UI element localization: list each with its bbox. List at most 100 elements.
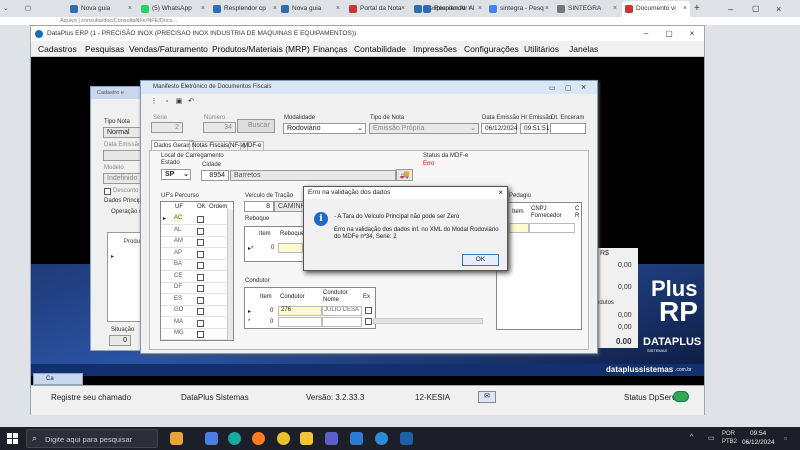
close-tab-icon[interactable]: × (401, 1, 405, 17)
tab-search-icon[interactable]: ⌄ (3, 1, 11, 17)
minimized-window[interactable]: Ca (33, 373, 83, 385)
cad-tipo-nota-field[interactable]: Normal (103, 127, 143, 138)
tab-resplendor-3[interactable]: Resplendor Al × (420, 1, 485, 17)
uf-row[interactable]: AP (161, 249, 227, 260)
condutor-row2-cod[interactable] (278, 317, 322, 327)
minimize-icon[interactable]: – (728, 1, 740, 17)
estado-select[interactable]: SP ⌄ (161, 169, 191, 180)
cad-desconto-checkbox[interactable] (104, 188, 111, 195)
pedagio-cnpj-cell[interactable] (529, 223, 575, 233)
modalidade-select[interactable]: Rodoviário ⌄ (283, 123, 366, 134)
vehicle-lookup-icon[interactable]: 🚚 (396, 169, 413, 181)
pedagio-item-cell[interactable] (509, 223, 529, 233)
uf-row[interactable]: DF (161, 283, 227, 294)
uf-ok-checkbox[interactable] (197, 262, 204, 269)
veiculo-code-field[interactable]: 8 (244, 201, 274, 212)
data-emissao-field[interactable]: 06/12/2024 (481, 123, 518, 134)
cidade-code-field[interactable]: 8954 (201, 170, 229, 181)
mail-icon[interactable]: ✉ (478, 391, 496, 403)
mdfe-close-icon[interactable]: × (581, 81, 586, 94)
hr-emissao-field[interactable]: 09:51:51 (520, 123, 549, 134)
close-tab-icon[interactable]: × (545, 1, 549, 17)
clock-time[interactable]: 09:54 (750, 430, 766, 437)
menu-janelas[interactable]: Janelas (569, 41, 598, 57)
status-chamado[interactable]: Registre seu chamado (51, 393, 131, 402)
maximize-icon[interactable]: ▢ (752, 1, 764, 17)
ok-button[interactable]: OK (462, 254, 499, 266)
close-tab-icon[interactable]: × (478, 1, 482, 17)
uf-ok-checkbox[interactable] (197, 296, 204, 304)
condutor-scrollbar[interactable] (373, 318, 483, 324)
menu-configuracoes[interactable]: Configurações (464, 41, 519, 57)
dataplus-app-icon[interactable] (400, 432, 413, 445)
dt-encerr-field[interactable] (550, 123, 586, 134)
uf-row[interactable]: AM (161, 237, 227, 248)
close-tab-icon[interactable]: × (683, 1, 687, 17)
mdfe-minimize-icon[interactable]: ▭ (549, 82, 556, 95)
menu-cadastros[interactable]: Cadastros (38, 41, 77, 57)
close-tab-icon[interactable]: × (128, 1, 132, 17)
app-close-icon[interactable]: × (681, 26, 703, 41)
app-minimize-icon[interactable]: – (635, 26, 657, 41)
close-tab-icon[interactable]: × (273, 1, 277, 17)
notification-icon[interactable]: ▫ (784, 434, 787, 443)
menu-utilitarios[interactable]: Utilitários (524, 41, 559, 57)
chrome-app-icon[interactable] (375, 432, 388, 445)
dialog-close-icon[interactable]: × (498, 187, 503, 199)
condutor-row1-cod[interactable]: 276 (278, 306, 322, 316)
close-tab-icon[interactable]: × (613, 1, 617, 17)
close-tab-icon[interactable]: × (336, 1, 340, 17)
uf-row[interactable]: CE (161, 272, 227, 283)
condutor-row2-ex-checkbox[interactable] (365, 318, 372, 325)
menu-financas[interactable]: Finanças (313, 41, 348, 57)
uf-ok-checkbox[interactable] (197, 273, 204, 281)
close-icon[interactable]: × (776, 1, 788, 17)
menu-pesquisas[interactable]: Pesquisas (85, 41, 124, 57)
tab-nova-guia-1[interactable]: Nova guia × (67, 1, 135, 17)
network-icon[interactable]: ▭ (708, 434, 715, 442)
uf-ok-checkbox[interactable] (197, 319, 204, 327)
menu-produtos[interactable]: Produtos/Materiais (MRP) (212, 41, 310, 57)
uf-row[interactable]: MA (161, 318, 227, 329)
uf-row[interactable]: GO (161, 306, 227, 317)
tab-whatsapp[interactable]: (5) WhatsApp × (138, 1, 208, 17)
app-icon[interactable] (325, 432, 338, 445)
tab-documento[interactable]: Documento vi × (622, 1, 690, 17)
tab-resplendor-1[interactable]: Resplendor cp × (210, 1, 280, 17)
uf-row[interactable]: AL (161, 226, 227, 237)
explorer-app-icon[interactable] (300, 432, 313, 445)
uf-ok-checkbox[interactable] (197, 216, 204, 223)
tab-dados-gerais[interactable]: Dados Gerais (151, 140, 194, 150)
chrome-app-icon[interactable] (277, 432, 290, 445)
briefcase-app-icon[interactable] (170, 432, 183, 445)
app-icon[interactable] (350, 432, 363, 445)
tab-mdfe[interactable]: MDF-e (240, 141, 265, 150)
menu-impressoes[interactable]: Impressões (413, 41, 457, 57)
menu-contabilidade[interactable]: Contabilidade (354, 41, 406, 57)
uf-ok-checkbox[interactable] (197, 308, 204, 315)
add-tab-icon[interactable]: + (694, 1, 704, 17)
toolbar-undo-icon[interactable]: ↶ (186, 97, 196, 106)
uf-ok-checkbox[interactable] (197, 239, 204, 246)
uf-row[interactable]: ES (161, 295, 227, 306)
toolbar-new-icon[interactable]: ▫ (162, 97, 172, 106)
buscar-button[interactable]: Buscar (237, 119, 275, 133)
tab-sintegra[interactable]: SINTEGRA × (554, 1, 620, 17)
new-tab-icon[interactable]: ▢ (25, 1, 33, 17)
teams-app-icon[interactable] (205, 432, 218, 445)
uf-ok-checkbox[interactable] (197, 285, 204, 292)
address-bar[interactable]: Aquivo | consulta/doc/ConsultaNFe/NFE/Do… (0, 17, 800, 25)
reboque-cell[interactable] (278, 243, 303, 253)
uf-row[interactable]: ▸ AC (161, 214, 227, 225)
mdfe-maximize-icon[interactable]: ▢ (565, 82, 572, 95)
condutor-row1-ex-checkbox[interactable] (365, 307, 372, 314)
tab-portal-nota[interactable]: Portal da Nota × (346, 1, 408, 17)
app-maximize-icon[interactable]: ▢ (658, 26, 680, 41)
firefox-app-icon[interactable] (252, 432, 265, 445)
toolbar-save-icon[interactable]: ▣ (174, 97, 184, 106)
tray-chevron-icon[interactable]: ^ (690, 434, 693, 441)
edge-app-icon[interactable] (228, 432, 241, 445)
taskbar-search[interactable]: ⌕ Digite aqui para pesquisar (26, 429, 158, 448)
tab-sintegra-pesq[interactable]: sintegra - Pesq × (486, 1, 552, 17)
uf-ok-checkbox[interactable] (197, 331, 204, 338)
